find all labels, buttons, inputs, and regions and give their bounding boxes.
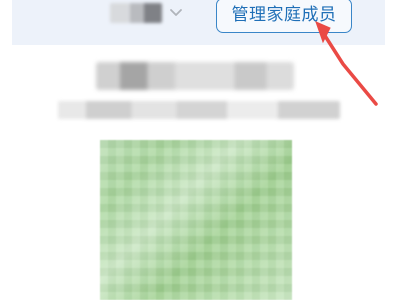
- account-avatar-placeholder[interactable]: [110, 3, 162, 23]
- qr-code: [100, 140, 292, 300]
- manage-family-members-button[interactable]: 管理家庭成员: [216, 0, 352, 33]
- chevron-down-icon[interactable]: [167, 3, 185, 23]
- profile-description-placeholder: [58, 101, 340, 119]
- profile-name-placeholder: [96, 62, 294, 90]
